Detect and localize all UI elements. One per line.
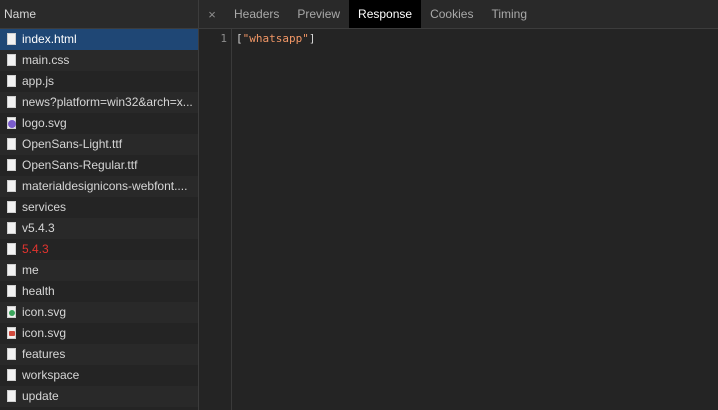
request-list: index.html main.css app.js news?platform…: [0, 29, 198, 407]
request-label: update: [22, 389, 59, 403]
document-icon: [7, 369, 16, 381]
bracket-open: [: [236, 32, 243, 45]
devtools-network-panel: Name index.html main.css app.js news?pla…: [0, 0, 718, 410]
tab-headers[interactable]: Headers: [225, 0, 288, 28]
tab-response[interactable]: Response: [349, 0, 422, 28]
request-row-0[interactable]: index.html: [0, 29, 198, 50]
request-label: icon.svg: [22, 305, 67, 319]
name-column-header[interactable]: Name: [0, 0, 198, 29]
request-label: 5.4.3: [22, 242, 49, 256]
gmail-image-icon: [7, 327, 16, 339]
request-row-13[interactable]: icon.svg: [0, 302, 198, 323]
request-label: icon.svg: [22, 326, 67, 340]
document-icon: [7, 285, 16, 297]
whatsapp-badge-icon: [9, 310, 15, 316]
document-icon: [7, 75, 16, 87]
request-list-pane: Name index.html main.css app.js news?pla…: [0, 0, 199, 410]
request-label: app.js: [22, 74, 55, 88]
line-number: 1: [220, 32, 227, 45]
error-document-icon: [7, 243, 16, 255]
request-row-10[interactable]: 5.4.3: [0, 239, 198, 260]
request-row-5[interactable]: OpenSans-Light.ttf: [0, 134, 198, 155]
request-label: OpenSans-Light.ttf: [22, 137, 123, 151]
request-label: OpenSans-Regular.ttf: [22, 158, 138, 172]
logo-badge-icon: [8, 120, 16, 128]
request-label: health: [22, 284, 55, 298]
request-label: me: [22, 263, 39, 277]
document-icon: [7, 159, 16, 171]
close-icon[interactable]: ×: [199, 0, 225, 28]
document-icon: [7, 54, 16, 66]
document-icon: [7, 264, 16, 276]
request-row-6[interactable]: OpenSans-Regular.ttf: [0, 155, 198, 176]
request-row-16[interactable]: workspace: [0, 365, 198, 386]
document-icon: [7, 138, 16, 150]
request-row-9[interactable]: v5.4.3: [0, 218, 198, 239]
document-icon: [7, 222, 16, 234]
request-row-7[interactable]: materialdesignicons-webfont....: [0, 176, 198, 197]
request-row-8[interactable]: services: [0, 197, 198, 218]
request-row-17[interactable]: update: [0, 386, 198, 407]
detail-tabbar: × Headers Preview Response Cookies Timin…: [199, 0, 718, 29]
request-label: main.css: [22, 53, 70, 67]
request-label: index.html: [22, 32, 77, 46]
request-row-4[interactable]: logo.svg: [0, 113, 198, 134]
bracket-close: ]: [308, 32, 316, 45]
document-icon: [7, 201, 16, 213]
request-label: logo.svg: [22, 116, 67, 130]
request-label: services: [22, 200, 67, 214]
request-detail-pane: × Headers Preview Response Cookies Timin…: [199, 0, 718, 410]
document-icon: [7, 33, 16, 45]
request-row-1[interactable]: main.css: [0, 50, 198, 71]
line-number-gutter: 1: [199, 29, 232, 410]
gmail-badge-icon: [9, 331, 15, 336]
request-row-2[interactable]: app.js: [0, 71, 198, 92]
response-string: "whatsapp": [242, 32, 309, 45]
request-label: materialdesignicons-webfont....: [22, 179, 188, 193]
response-viewer[interactable]: 1 ["whatsapp"]: [199, 29, 718, 410]
request-row-12[interactable]: health: [0, 281, 198, 302]
tab-preview[interactable]: Preview: [288, 0, 349, 28]
request-label: workspace: [22, 368, 80, 382]
request-row-14[interactable]: icon.svg: [0, 323, 198, 344]
request-row-3[interactable]: news?platform=win32&arch=x...: [0, 92, 198, 113]
tab-timing[interactable]: Timing: [482, 0, 536, 28]
response-code: ["whatsapp"]: [232, 29, 315, 410]
whatsapp-image-icon: [7, 306, 16, 318]
request-row-15[interactable]: features: [0, 344, 198, 365]
request-label: news?platform=win32&arch=x...: [22, 95, 193, 109]
tab-cookies[interactable]: Cookies: [421, 0, 482, 28]
document-icon: [7, 390, 16, 402]
request-row-11[interactable]: me: [0, 260, 198, 281]
svg-image-icon: [7, 117, 16, 129]
document-icon: [7, 348, 16, 360]
request-label: features: [22, 347, 66, 361]
document-icon: [7, 96, 16, 108]
request-label: v5.4.3: [22, 221, 55, 235]
document-icon: [7, 180, 16, 192]
